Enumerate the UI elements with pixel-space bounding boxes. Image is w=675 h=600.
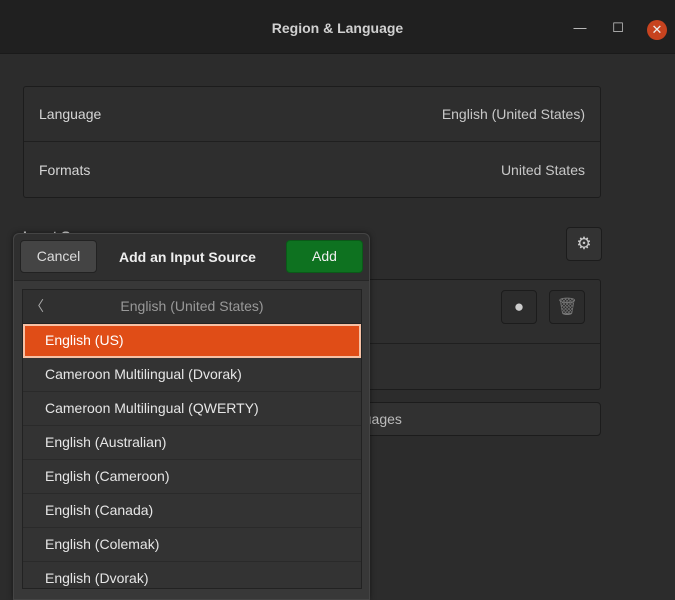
language-formats-panel: Language English (United States) Formats U… bbox=[23, 86, 601, 198]
popover-title: Add an Input Source bbox=[119, 249, 256, 265]
list-item-selected[interactable]: English (US) bbox=[23, 324, 361, 358]
list-item[interactable]: English (Australian) bbox=[23, 426, 361, 460]
row-label: Formats bbox=[39, 161, 91, 178]
minimize-button[interactable]: — bbox=[570, 18, 590, 38]
remove-button[interactable]: 🗑 bbox=[549, 290, 585, 324]
language-row[interactable]: Language English (United States) bbox=[24, 87, 600, 142]
preview-button[interactable]: ● bbox=[501, 290, 537, 324]
add-input-source-popover: Cancel Add an Input Source Add 〈 English … bbox=[13, 233, 370, 600]
back-row[interactable]: 〈 English (United States) bbox=[23, 290, 361, 324]
title-bar: Region & Language — ☐ ✕ bbox=[0, 0, 675, 54]
list-item[interactable]: English (Colemak) bbox=[23, 528, 361, 562]
gear-icon: ⚙ bbox=[576, 234, 592, 253]
trash-icon: 🗑 bbox=[556, 297, 578, 316]
back-label: English (United States) bbox=[120, 298, 264, 314]
cancel-button[interactable]: Cancel bbox=[20, 240, 97, 273]
input-options-button[interactable]: ⚙ bbox=[566, 227, 602, 261]
row-value: United States bbox=[500, 161, 585, 178]
list-item[interactable]: English (Canada) bbox=[23, 494, 361, 528]
list-item[interactable]: English (Cameroon) bbox=[23, 460, 361, 494]
input-source-list[interactable]: 〈 English (United States) English (US) Ca… bbox=[22, 289, 362, 589]
list-item[interactable]: Cameroon Multilingual (Dvorak) bbox=[23, 358, 361, 392]
list-item[interactable]: Cameroon Multilingual (QWERTY) bbox=[23, 392, 361, 426]
add-button[interactable]: Add bbox=[286, 240, 363, 273]
row-label: Language bbox=[39, 106, 102, 122]
close-button[interactable]: ✕ bbox=[647, 20, 667, 40]
list-item[interactable]: English (Dvorak) bbox=[23, 562, 361, 588]
row-value: English (United States) bbox=[441, 106, 585, 122]
eye-icon: ● bbox=[513, 297, 525, 316]
chevron-left-icon: 〈 bbox=[30, 298, 44, 314]
popover-header: Cancel Add an Input Source Add bbox=[14, 234, 369, 281]
formats-row[interactable]: Formats United States bbox=[24, 142, 600, 197]
maximize-button[interactable]: ☐ bbox=[608, 18, 628, 38]
